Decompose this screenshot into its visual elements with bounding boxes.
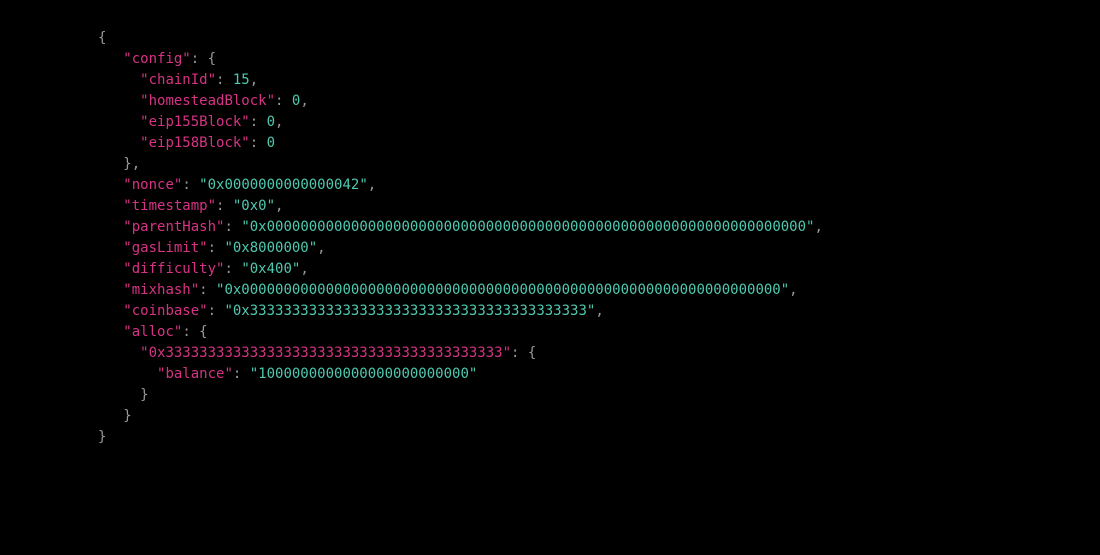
val-difficulty: "0x400" <box>241 261 300 277</box>
key-timestamp: "timestamp" <box>123 198 216 214</box>
val-coinbase: "0x3333333333333333333333333333333333333… <box>224 303 595 319</box>
key-balance: "balance" <box>157 366 233 382</box>
val-gasLimit: "0x8000000" <box>224 240 317 256</box>
key-nonce: "nonce" <box>123 177 182 193</box>
key-coinbase: "coinbase" <box>123 303 207 319</box>
key-chainId: "chainId" <box>140 72 216 88</box>
key-difficulty: "difficulty" <box>123 261 224 277</box>
val-timestamp: "0x0" <box>233 198 275 214</box>
key-eip155Block: "eip155Block" <box>140 114 250 130</box>
key-parentHash: "parentHash" <box>123 219 224 235</box>
val-eip158Block: 0 <box>267 135 275 151</box>
key-eip158Block: "eip158Block" <box>140 135 250 151</box>
key-config: "config" <box>123 51 190 67</box>
val-parentHash: "0x0000000000000000000000000000000000000… <box>241 219 814 235</box>
val-balance: "1000000000000000000000000" <box>250 366 478 382</box>
key-homesteadBlock: "homesteadBlock" <box>140 93 275 109</box>
key-alloc-address: "0x3333333333333333333333333333333333333… <box>140 345 511 361</box>
key-gasLimit: "gasLimit" <box>123 240 207 256</box>
val-chainId: 15 <box>233 72 250 88</box>
val-nonce: "0x0000000000000042" <box>199 177 368 193</box>
val-mixhash: "0x0000000000000000000000000000000000000… <box>216 282 789 298</box>
json-code-block: { "config": { "chainId": 15, "homesteadB… <box>98 28 1100 448</box>
val-eip155Block: 0 <box>267 114 275 130</box>
key-alloc: "alloc" <box>123 324 182 340</box>
key-mixhash: "mixhash" <box>123 282 199 298</box>
